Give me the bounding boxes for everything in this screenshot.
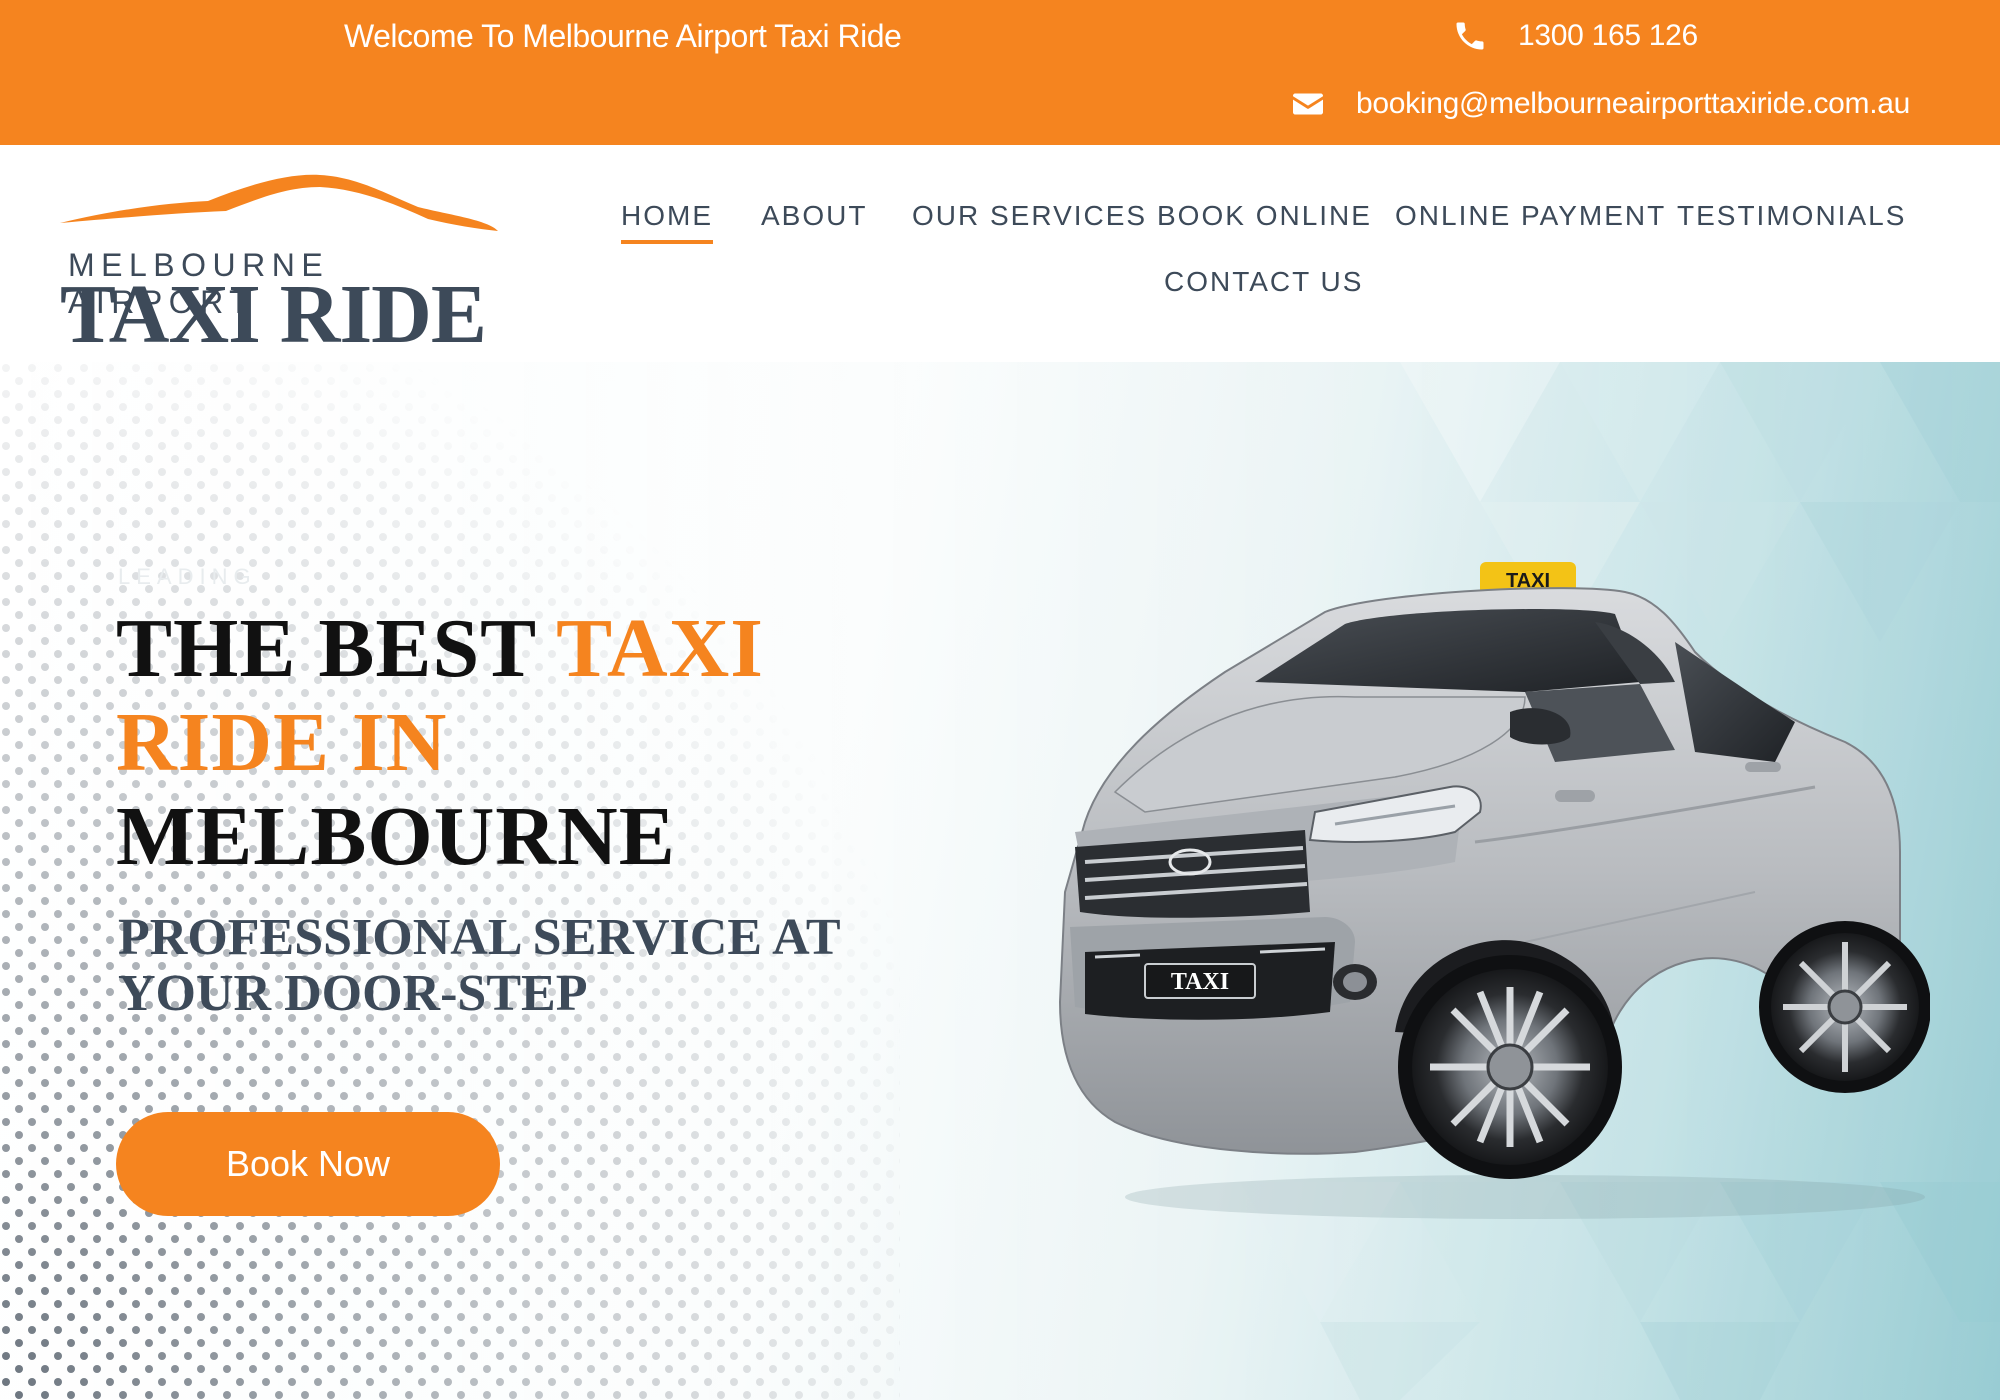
phone-link[interactable]: 1300 165 126	[1452, 18, 1698, 54]
car-swoosh-logo-mark	[60, 174, 498, 231]
nav-about[interactable]: ABOUT	[761, 200, 867, 244]
hero-subheadline: PROFESSIONAL SERVICE AT YOUR DOOR-STEP	[118, 909, 840, 1022]
envelope-icon	[1290, 86, 1326, 122]
nav-contact-us[interactable]: CONTACT US	[1164, 266, 1363, 310]
logo-title: TAXI RIDE	[60, 268, 487, 361]
headline-part-3: MELBOURNE	[116, 790, 676, 883]
nav-our-services[interactable]: OUR SERVICES	[912, 200, 1147, 244]
phone-number: 1300 165 126	[1518, 19, 1698, 52]
email-link[interactable]: booking@melbourneairporttaxiride.com.au	[1290, 86, 1910, 122]
site-header: MELBOURNE AIRPORT TAXI RIDE HOME ABOUT O…	[0, 145, 2000, 362]
top-contact-bar: Welcome To Melbourne Airport Taxi Ride 1…	[0, 0, 2000, 145]
nav-testimonials[interactable]: TESTIMONIALS	[1677, 200, 1906, 244]
email-address: booking@melbourneairporttaxiride.com.au	[1356, 87, 1911, 120]
hero-eyebrow: LEADING	[118, 564, 257, 589]
nav-book-online[interactable]: BOOK ONLINE	[1157, 200, 1372, 244]
welcome-text: Welcome To Melbourne Airport Taxi Ride	[344, 18, 902, 54]
nav-home[interactable]: HOME	[621, 200, 713, 244]
svg-text:TAXI: TAXI	[1171, 969, 1229, 995]
hero-section: LEADING THE BEST TAXI RIDE IN MELBOURNE P…	[0, 362, 2000, 1400]
phone-icon	[1452, 18, 1488, 54]
hero-headline: THE BEST TAXI RIDE IN MELBOURNE	[116, 602, 916, 884]
nav-online-payment[interactable]: ONLINE PAYMENT	[1395, 200, 1666, 244]
headline-part-1: THE BEST	[116, 602, 557, 695]
book-now-button[interactable]: Book Now	[116, 1112, 500, 1216]
site-logo[interactable]: MELBOURNE AIRPORT TAXI RIDE	[58, 165, 503, 361]
taxi-car-image: TAXI TAXI	[1058, 562, 1930, 1219]
